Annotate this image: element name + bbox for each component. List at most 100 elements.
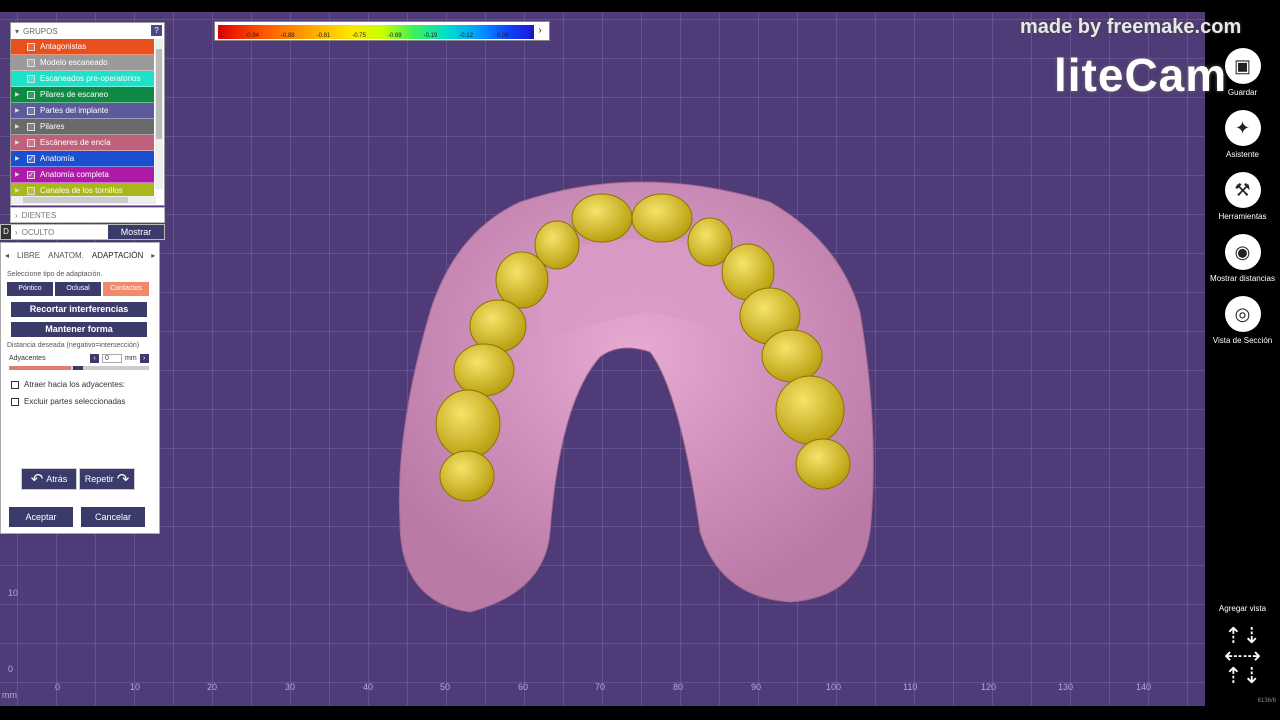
litecam-logo: liteCam <box>1054 49 1228 101</box>
groups-panel: ▾ GRUPOS ? Antagonistas Modelo escaneado E… <box>10 22 165 206</box>
group-row[interactable]: ▶ Partes del implante <box>11 103 154 119</box>
undo-button[interactable]: ↶ Atrás <box>21 468 77 490</box>
history-buttons: ↶ Atrás Repetir ↷ <box>21 468 135 490</box>
group-row[interactable]: ▶ Pilares de escaneo <box>11 87 154 103</box>
expand-arrow-icon[interactable]: ▶ <box>15 107 27 114</box>
tabs-next-icon[interactable]: ▸ <box>151 251 155 260</box>
tooth <box>571 193 633 243</box>
teeth-section-header[interactable]: › DIENTES <box>10 207 165 223</box>
version-label: 6136/6 <box>1257 698 1276 704</box>
decrease-icon[interactable]: ‹ <box>90 354 99 363</box>
adaptation-panel: ◂ LIBRE ANATOM. ADAPTACIÓN ▸ Seleccione … <box>0 242 160 534</box>
tabs-prev-icon[interactable]: ◂ <box>5 251 9 260</box>
scale-tick: -1 <box>218 33 224 39</box>
scale-tick: -0.06 <box>494 33 509 39</box>
horizontal-scrollbar[interactable] <box>11 196 156 204</box>
group-row[interactable]: ▶ ✓ Anatomía <box>11 151 154 167</box>
group-row[interactable]: ▶ ✓ Anatomía completa <box>11 167 154 183</box>
tab-libre[interactable]: LIBRE <box>17 251 40 260</box>
x-tick: 0 <box>55 682 61 692</box>
chevron-down-icon: ▾ <box>15 26 20 36</box>
increase-icon[interactable]: › <box>139 354 149 363</box>
tooth <box>495 251 549 309</box>
section-view-button[interactable]: ◎ Vista de Sección <box>1205 296 1280 345</box>
hidden-section-header[interactable]: D › OCULTO Mostrar <box>0 224 165 240</box>
expand-arrow-icon[interactable]: ▶ <box>15 139 27 146</box>
group-row[interactable]: Escaneados pre-operatorios <box>11 71 154 87</box>
tab-anatomia[interactable]: ANATOM. <box>48 251 84 260</box>
scale-tick: -0.81 <box>316 33 331 39</box>
x-tick: 130 <box>1058 682 1074 692</box>
accept-button[interactable]: Aceptar <box>9 507 73 527</box>
cancel-button[interactable]: Cancelar <box>81 507 145 527</box>
x-tick: 110 <box>903 682 918 692</box>
expand-arrow-icon[interactable]: ▶ <box>15 171 27 178</box>
hidden-section-label: OCULTO <box>21 227 55 237</box>
vertical-scrollbar[interactable] <box>155 39 163 189</box>
redo-button[interactable]: Repetir ↷ <box>79 468 135 490</box>
scale-tick: -0.88 <box>280 33 295 39</box>
scale-tick: -0.75 <box>352 33 366 39</box>
group-visibility-checkbox[interactable] <box>27 138 35 147</box>
adjacent-value-input[interactable]: 0 <box>102 354 122 363</box>
y-tick: 10 <box>8 588 19 598</box>
group-visibility-checkbox[interactable]: ✓ <box>27 154 35 163</box>
adjacent-slider[interactable] <box>9 366 149 370</box>
tools-button[interactable]: ⚒ Herramientas <box>1205 172 1280 221</box>
groups-header[interactable]: ▾ GRUPOS <box>11 23 164 39</box>
exclude-label: Excluir partes seleccionadas <box>24 397 126 406</box>
keep-shape-button[interactable]: Mantener forma <box>11 322 147 337</box>
expand-arrow-icon[interactable]: ▶ <box>15 155 27 162</box>
group-visibility-checkbox[interactable]: ✓ <box>27 170 35 179</box>
group-label: Modelo escaneado <box>40 58 108 67</box>
show-distances-button[interactable]: ◉ Mostrar distancias <box>1205 234 1280 283</box>
attract-checkbox-row[interactable]: Atraer hacia los adyacentes: <box>1 380 159 389</box>
contacts-button[interactable]: Contactos <box>103 282 149 296</box>
group-visibility-checkbox[interactable] <box>27 122 35 131</box>
group-row[interactable]: Antagonistas <box>11 39 154 55</box>
adaptation-type-label: Seleccione tipo de adaptación. <box>7 271 103 278</box>
attract-checkbox[interactable] <box>11 380 19 389</box>
group-row[interactable]: ▶ Pilares <box>11 119 154 135</box>
teeth-section-label: DIENTES <box>21 210 57 220</box>
occlusal-button[interactable]: Oclusal <box>55 282 101 296</box>
group-visibility-checkbox[interactable] <box>27 58 35 67</box>
group-label: Escaneados pre-operatorios <box>40 74 141 83</box>
chevron-right-icon[interactable]: › <box>533 24 547 38</box>
adjacent-label: Adyacentes <box>9 355 46 362</box>
tooth <box>631 193 693 243</box>
group-visibility-checkbox[interactable] <box>27 90 35 99</box>
expand-arrow-icon[interactable]: ▶ <box>15 187 27 194</box>
show-button[interactable]: Mostrar <box>108 225 164 239</box>
group-visibility-checkbox[interactable] <box>27 42 35 51</box>
side-tab[interactable]: D <box>1 225 11 239</box>
attract-label: Atraer hacia los adyacentes: <box>24 380 125 389</box>
scale-tick: -0.12 <box>459 33 473 39</box>
group-row[interactable]: ▶ Escáneres de encía <box>11 135 154 151</box>
3d-viewport[interactable]: 0 10 20 30 40 50 60 70 80 90 100 110 120… <box>0 12 1205 706</box>
dental-arch-model[interactable] <box>0 12 1205 706</box>
group-row[interactable]: Modelo escaneado <box>11 55 154 71</box>
tools-label: Herramientas <box>1218 212 1267 221</box>
undo-icon: ↶ <box>30 470 44 488</box>
tab-adaptacion[interactable]: ADAPTACIÓN <box>92 251 143 260</box>
x-tick: 100 <box>826 682 842 692</box>
group-visibility-checkbox[interactable] <box>27 74 35 83</box>
view-arrows-icon[interactable]: ⇡⇣ ⇠⇢ ⇡⇣ <box>1205 625 1280 687</box>
wizard-button[interactable]: ✦ Asistente <box>1205 110 1280 159</box>
group-visibility-checkbox[interactable] <box>27 186 35 195</box>
x-tick: 140 <box>1136 682 1152 692</box>
expand-arrow-icon[interactable]: ▶ <box>15 91 27 98</box>
add-view-button[interactable]: Agregar vista <box>1205 604 1280 613</box>
deviation-color-scale: -1 -0.94 -0.88 -0.81 -0.75 -0.69 -0.19 -… <box>214 21 550 41</box>
group-label: Escáneres de encía <box>40 138 111 147</box>
pontic-button[interactable]: Póntico <box>7 282 53 296</box>
group-visibility-checkbox[interactable] <box>27 106 35 115</box>
exclude-checkbox-row[interactable]: Excluir partes seleccionadas <box>1 397 159 406</box>
exclude-checkbox[interactable] <box>11 397 19 406</box>
slider-knob[interactable] <box>73 366 83 370</box>
unit-label: mm <box>125 355 137 362</box>
trim-interferences-button[interactable]: Recortar interferencias <box>11 302 147 317</box>
help-button[interactable]: ? <box>151 25 162 36</box>
expand-arrow-icon[interactable]: ▶ <box>15 123 27 130</box>
